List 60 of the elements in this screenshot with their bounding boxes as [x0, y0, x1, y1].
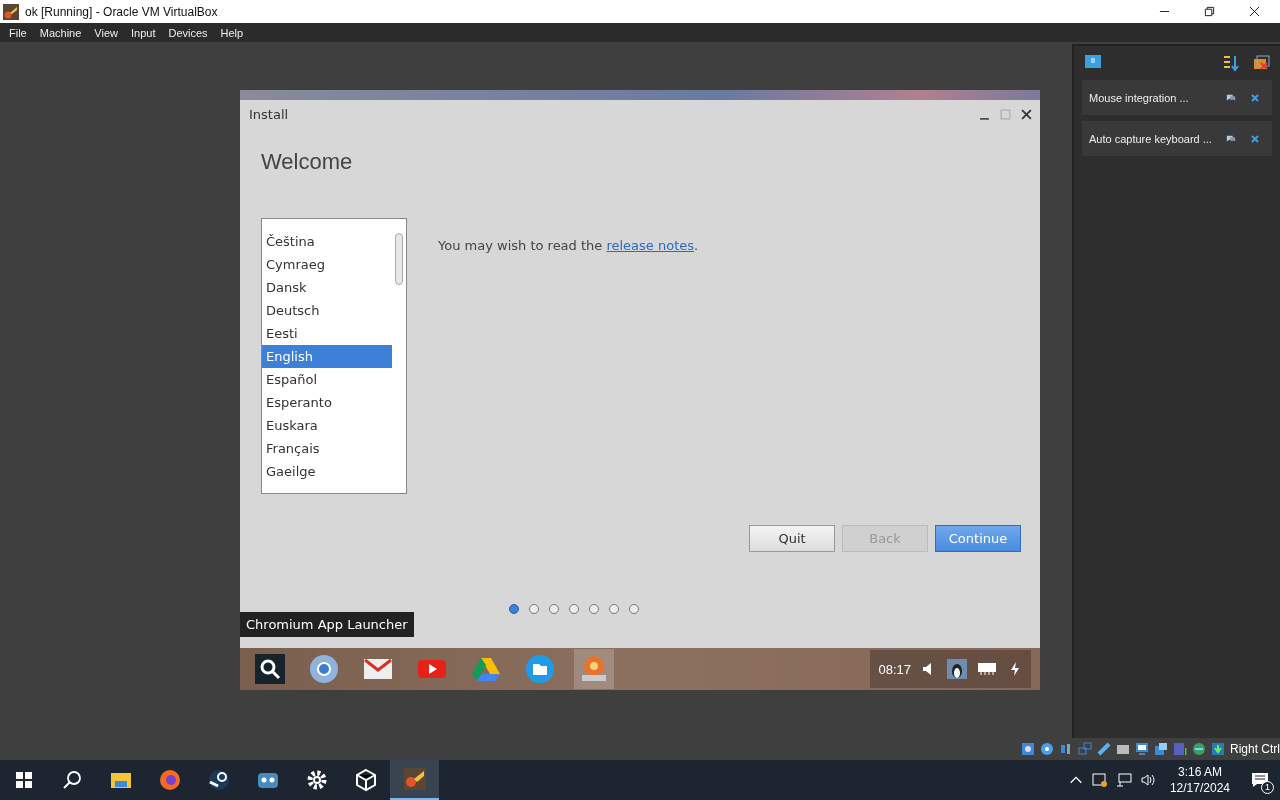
app-icon	[3, 3, 19, 20]
menu-item[interactable]: Input	[130, 26, 156, 39]
message-icon	[1251, 771, 1269, 789]
tray-app-icon[interactable]	[1091, 772, 1108, 788]
dialog-button[interactable]: Quit	[749, 525, 835, 552]
notification-button[interactable]: 1	[1240, 760, 1280, 800]
clock: 08:17	[878, 661, 911, 677]
language-item[interactable]: Español	[262, 368, 392, 391]
window-title: Install	[249, 106, 289, 122]
notification-text: Mouse integration ...	[1089, 91, 1190, 104]
notification-text: Auto capture keyboard ...	[1089, 132, 1212, 145]
menu-item[interactable]: File	[9, 26, 27, 39]
penguin-icon	[947, 659, 967, 679]
language-item[interactable]: Français	[262, 437, 392, 460]
language-item[interactable]: Eesti	[262, 322, 392, 345]
clock[interactable]: 3:16 AM 12/17/2024	[1159, 765, 1240, 795]
host-key-label: Right Ctrl	[1230, 742, 1280, 756]
menu-item[interactable]: View	[94, 26, 118, 39]
volume-icon[interactable]	[1139, 772, 1156, 788]
chat-icon[interactable]	[1226, 92, 1236, 103]
time: 3:16 AM	[1177, 765, 1222, 779]
dismiss-all-icon[interactable]	[1252, 54, 1270, 72]
close-icon[interactable]	[1021, 108, 1032, 120]
scrollbar-thumb[interactable]	[395, 233, 403, 285]
release-notes-text: You may wish to read the release notes.	[438, 238, 699, 254]
optical-disc-icon[interactable]	[1040, 742, 1054, 756]
audio-icon[interactable]	[1059, 742, 1073, 756]
notification-card[interactable]: Mouse integration ...	[1082, 80, 1272, 115]
chat-icon[interactable]	[1226, 133, 1236, 144]
window-title: ok [Running] - Oracle VM VirtualBox	[25, 4, 218, 19]
app-icon[interactable]	[390, 760, 439, 800]
status-area[interactable]: 08:17	[870, 650, 1031, 688]
network-icon[interactable]	[1115, 772, 1132, 788]
language-item[interactable]: Esperanto	[262, 391, 392, 414]
tooltip: Chromium App Launcher	[240, 612, 414, 637]
heading: Welcome	[260, 148, 354, 176]
language-item[interactable]: Deutsch	[262, 299, 392, 322]
notification-count: 1	[1261, 781, 1274, 794]
language-item[interactable]: Euskara	[262, 414, 392, 437]
sort-icon[interactable]	[1222, 54, 1240, 72]
cpu-icon[interactable]	[1173, 742, 1187, 756]
language-item[interactable]: Dansk	[262, 276, 392, 299]
date: 12/17/2024	[1169, 781, 1230, 795]
language-item[interactable]: Gaeilge	[262, 460, 392, 483]
display-icon[interactable]	[1135, 742, 1149, 756]
language-item[interactable]: English	[262, 345, 392, 368]
recording-icon[interactable]	[1154, 742, 1168, 756]
language-item[interactable]: Čeština	[262, 230, 392, 253]
close-icon[interactable]	[1249, 6, 1260, 17]
language-item[interactable]: Cymraeg	[262, 253, 392, 276]
shared-folder-icon[interactable]	[1116, 742, 1130, 756]
menu-item[interactable]: Devices	[168, 26, 208, 39]
search-icon[interactable]	[62, 770, 82, 790]
restore-icon[interactable]	[1204, 6, 1215, 17]
menu-item[interactable]: Machine	[39, 26, 82, 39]
notification-card[interactable]: Auto capture keyboard ...	[1082, 121, 1272, 156]
usb-icon[interactable]	[1097, 742, 1111, 756]
start-icon[interactable]	[14, 770, 34, 790]
download-icon[interactable]	[1211, 742, 1225, 756]
menu-item[interactable]: Help	[220, 26, 244, 39]
